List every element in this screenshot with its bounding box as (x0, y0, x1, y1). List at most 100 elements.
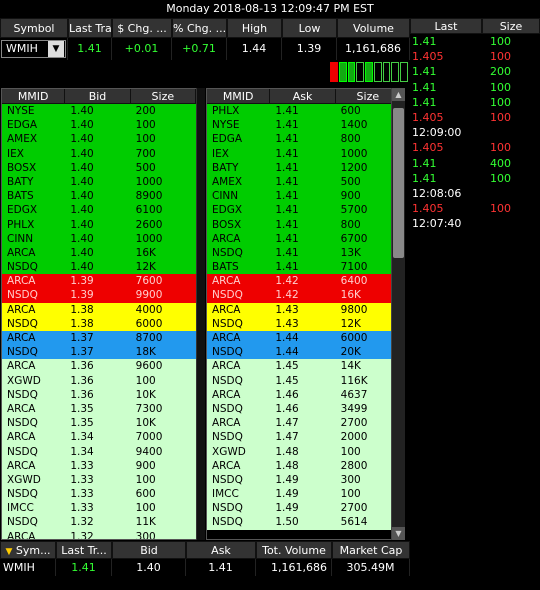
bid-row[interactable]: ARCA 1.38 4000 (2, 302, 196, 317)
col-last[interactable]: Last Tra... (68, 18, 112, 38)
bid-row[interactable]: AMEX 1.40 100 (2, 132, 196, 147)
ask-row[interactable]: ARCA 1.42 6400 (207, 274, 401, 289)
ask-row[interactable]: NSDQ 1.50 5614 (207, 515, 401, 530)
ask-row[interactable]: ARCA 1.45 14K (207, 359, 401, 374)
ask-row[interactable]: NYSE 1.41 1400 (207, 118, 401, 133)
sort-down-icon[interactable]: ▼ (5, 547, 12, 557)
bid-row[interactable]: XGWD 1.33 100 (2, 472, 196, 488)
ask-row[interactable]: BOSX 1.41 800 (207, 217, 401, 232)
bid-row[interactable]: NSDQ 1.32 11K (2, 515, 196, 530)
bid-row[interactable]: NSDQ 1.33 600 (2, 487, 196, 502)
ask-row[interactable]: BATS 1.41 7100 (207, 260, 401, 275)
mmid-cell: ARCA (7, 332, 36, 344)
bid-row[interactable]: NSDQ 1.36 10K (2, 387, 196, 402)
ask-row[interactable]: BATY 1.41 1200 (207, 160, 401, 175)
ask-row[interactable]: XGWD 1.48 100 (207, 444, 401, 459)
ask-row[interactable]: NSDQ 1.43 12K (207, 316, 401, 331)
scroll-up-icon[interactable]: ▲ (392, 88, 405, 101)
wl-col-bid[interactable]: Bid (112, 541, 186, 559)
bid-col-bid[interactable]: Bid (65, 89, 131, 103)
wl-col-volume[interactable]: Tot. Volume (256, 541, 332, 559)
ask-scrollbar[interactable]: ▲ ▼ (391, 88, 405, 540)
bid-row[interactable]: ARCA 1.35 7300 (2, 401, 196, 417)
wl-col-ask[interactable]: Ask (186, 541, 256, 559)
ts-col-last[interactable]: Last (410, 18, 482, 34)
ask-row[interactable]: EDGX 1.41 5700 (207, 203, 401, 218)
bid-row[interactable]: ARCA 1.34 7000 (2, 430, 196, 445)
bid-row[interactable]: ARCA 1.32 300 (2, 529, 196, 539)
bid-row[interactable]: NSDQ 1.38 6000 (2, 316, 196, 331)
col-volume[interactable]: Volume (337, 18, 410, 38)
price-cell: 1.40 (70, 232, 94, 245)
wl-col-last[interactable]: Last Tr... (56, 541, 112, 559)
col-high[interactable]: High (227, 18, 282, 38)
col-percent-change[interactable]: % Chg. ... (172, 18, 227, 38)
bid-row[interactable]: NSDQ 1.37 18K (2, 345, 196, 360)
scroll-thumb[interactable] (393, 108, 404, 258)
ask-row[interactable]: ARCA 1.41 6700 (207, 231, 401, 246)
bid-row[interactable]: ARCA 1.40 16K (2, 245, 196, 261)
ask-row[interactable]: NSDQ 1.47 2000 (207, 430, 401, 445)
bid-col-mmid[interactable]: MMID (2, 89, 66, 103)
wl-col-market-cap[interactable]: Market Cap (332, 541, 410, 559)
bid-col-size[interactable]: Size (131, 89, 196, 103)
chevron-down-icon[interactable]: ▼ (48, 41, 64, 57)
ask-row[interactable]: PHLX 1.41 600 (207, 104, 401, 119)
ask-row[interactable]: ARCA 1.44 6000 (207, 331, 401, 346)
bid-row[interactable]: NSDQ 1.39 9900 (2, 288, 196, 303)
col-dollar-change[interactable]: $ Chg. ... (112, 18, 172, 38)
bid-row[interactable]: NSDQ 1.40 12K (2, 260, 196, 275)
price-cell: 1.40 (70, 175, 94, 188)
bid-row[interactable]: ARCA 1.39 7600 (2, 274, 196, 289)
mmid-cell: ARCA (7, 275, 36, 288)
col-symbol[interactable]: Symbol (0, 18, 68, 38)
ask-row[interactable]: ARCA 1.43 9800 (207, 302, 401, 317)
col-low[interactable]: Low (282, 18, 337, 38)
ask-row[interactable]: NSDQ 1.45 116K (207, 373, 401, 388)
ask-row[interactable]: NSDQ 1.49 2700 (207, 501, 401, 516)
bid-row[interactable]: IMCC 1.33 100 (2, 501, 196, 516)
ask-row[interactable]: IEX 1.41 1000 (207, 146, 401, 161)
ask-row[interactable]: ARCA 1.48 2800 (207, 458, 401, 473)
bid-row[interactable]: XGWD 1.36 100 (2, 373, 196, 388)
ask-row[interactable]: AMEX 1.41 500 (207, 174, 401, 190)
bid-row[interactable]: ARCA 1.36 9600 (2, 359, 196, 374)
bid-scrollbar[interactable] (196, 88, 205, 540)
ask-row[interactable]: NSDQ 1.49 300 (207, 472, 401, 488)
ask-col-mmid[interactable]: MMID (207, 89, 271, 103)
bid-row[interactable]: ARCA 1.33 900 (2, 458, 196, 473)
ask-row[interactable]: ARCA 1.46 4637 (207, 387, 401, 402)
bid-row[interactable]: NSDQ 1.34 9400 (2, 444, 196, 459)
bid-row[interactable]: NYSE 1.40 200 (2, 104, 196, 119)
ts-col-size[interactable]: Size (482, 18, 540, 34)
scroll-down-icon[interactable]: ▼ (392, 527, 405, 540)
bid-row[interactable]: BOSX 1.40 500 (2, 160, 196, 175)
bid-row[interactable]: CINN 1.40 1000 (2, 231, 196, 246)
symbol-value[interactable]: WMIH (2, 38, 48, 60)
wl-col-symbol[interactable]: ▼ Sym... (0, 541, 56, 559)
ask-row[interactable]: CINN 1.41 900 (207, 189, 401, 204)
bid-row[interactable]: IEX 1.40 700 (2, 146, 196, 161)
mmid-cell: ARCA (7, 303, 36, 316)
bid-row[interactable]: BATY 1.40 1000 (2, 174, 196, 190)
size-cell: 100 (135, 119, 156, 132)
price-cell: 1.47 (275, 431, 299, 444)
watchlist-row[interactable]: WMIH 1.41 1.40 1.41 1,161,686 305.49M (0, 559, 410, 576)
ask-row[interactable]: NSDQ 1.42 16K (207, 288, 401, 303)
bid-row[interactable]: ARCA 1.37 8700 (2, 331, 196, 346)
ask-row[interactable]: NSDQ 1.44 20K (207, 345, 401, 360)
bid-row[interactable]: NSDQ 1.35 10K (2, 416, 196, 431)
ask-row[interactable]: EDGA 1.41 800 (207, 132, 401, 147)
bid-row[interactable]: PHLX 1.40 2600 (2, 217, 196, 232)
wl-symbol[interactable]: WMIH (0, 559, 56, 576)
bid-row[interactable]: EDGX 1.40 6100 (2, 203, 196, 218)
bid-row[interactable]: EDGA 1.40 100 (2, 118, 196, 133)
symbol-selector[interactable]: WMIH ▼ (0, 38, 68, 60)
ask-row[interactable]: NSDQ 1.46 3499 (207, 401, 401, 417)
ask-row[interactable]: IMCC 1.49 100 (207, 487, 401, 502)
ask-col-ask[interactable]: Ask (270, 89, 336, 103)
ask-row[interactable]: ARCA 1.47 2700 (207, 416, 401, 431)
price-cell: 1.41 (275, 105, 299, 117)
ask-row[interactable]: NSDQ 1.41 13K (207, 245, 401, 261)
bid-row[interactable]: BATS 1.40 8900 (2, 189, 196, 204)
